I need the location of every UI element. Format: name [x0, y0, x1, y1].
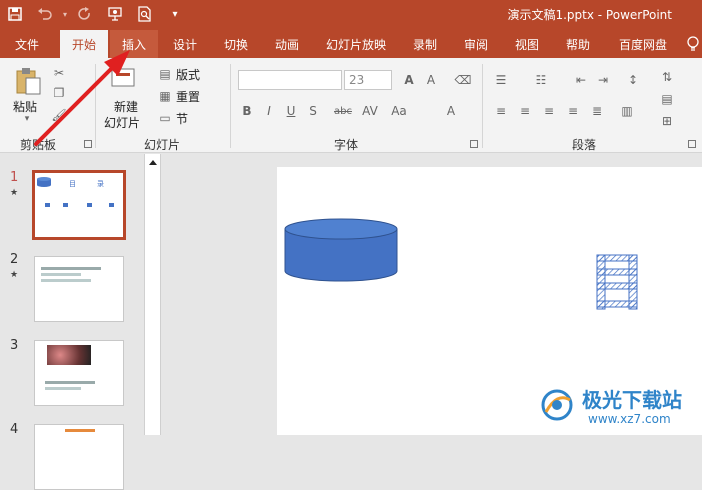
document-title: 演示文稿1.pptx - PowerPoint [507, 8, 672, 22]
justify-icon[interactable]: ≡ [566, 104, 580, 118]
line-spacing-icon[interactable]: ↕ [626, 73, 640, 87]
shadow-icon[interactable]: S [306, 104, 320, 118]
section-button[interactable]: ▭ 节 [158, 110, 218, 126]
cylinder-shape[interactable] [283, 217, 399, 283]
bold-icon[interactable]: B [240, 104, 254, 118]
cylinder-icon [37, 177, 51, 187]
thumb-title-2: 录 [97, 180, 104, 188]
numbering-icon[interactable]: ☷ [534, 73, 548, 87]
chevron-down-icon[interactable]: ▾ [60, 0, 70, 28]
section-label: 节 [176, 112, 189, 126]
thumb-text-lines [65, 429, 95, 432]
slide-thumbnail-3[interactable] [34, 340, 124, 406]
decrease-font-icon[interactable]: A [424, 73, 438, 87]
font-color-icon[interactable]: A [444, 104, 458, 118]
slide-number: 2 [10, 252, 19, 267]
watermark: 极光下载站 www.xz7.com [538, 380, 702, 432]
font-size-value: 23 [349, 73, 365, 87]
thumb-text-lines [45, 387, 81, 390]
layout-icon: ▤ [159, 67, 171, 81]
tab-transitions[interactable]: 切换 [214, 30, 258, 58]
thumb-marker [45, 203, 50, 207]
watermark-logo-icon [541, 389, 573, 421]
font-launcher-icon[interactable] [470, 140, 478, 148]
thumb-text-lines [45, 381, 95, 384]
thumb-marker [63, 203, 68, 207]
columns-icon[interactable]: ▥ [620, 104, 634, 118]
clear-format-icon[interactable]: ⌫ [455, 73, 472, 87]
print-preview-icon[interactable] [130, 0, 160, 28]
tab-view[interactable]: 视图 [505, 30, 549, 58]
tab-help[interactable]: 帮助 [556, 30, 600, 58]
change-case-icon[interactable]: Aa [391, 104, 407, 118]
paragraph-launcher-icon[interactable] [688, 140, 696, 148]
char-spacing-icon[interactable]: AV [360, 104, 380, 118]
reset-label: 重置 [176, 90, 201, 104]
layout-label: 版式 [176, 68, 201, 82]
present-icon[interactable] [100, 0, 130, 28]
paragraph-group-label: 段落 [572, 138, 597, 152]
slide-thumbnail-2[interactable] [34, 256, 124, 322]
thumb-text-lines [41, 267, 101, 270]
watermark-brand: 极光下载站 [582, 388, 682, 412]
decrease-indent-icon[interactable]: ⇤ [574, 73, 588, 87]
scroll-up-icon[interactable] [146, 156, 160, 168]
thumb-text-lines [41, 273, 81, 276]
thumb-marker [87, 203, 92, 207]
align-right-icon[interactable]: ≡ [542, 104, 556, 118]
watermark-url: www.xz7.com [588, 412, 671, 426]
tab-record[interactable]: 录制 [403, 30, 447, 58]
animation-star-icon: ★ [10, 188, 19, 198]
strikethrough-icon[interactable]: abc [332, 104, 354, 118]
font-name-input[interactable] [238, 70, 342, 90]
redo-icon[interactable] [70, 0, 100, 28]
ladder-shape[interactable] [595, 253, 639, 311]
slides-group-label: 幻灯片 [144, 138, 181, 152]
font-size-input[interactable]: 23 [344, 70, 392, 90]
layout-button[interactable]: ▤ 版式 [158, 66, 218, 82]
slide-thumbnail-1[interactable]: 目 录 [32, 170, 126, 240]
section-icon: ▭ [159, 111, 171, 125]
customize-icon[interactable]: ▾ [160, 0, 190, 28]
tab-slideshow[interactable]: 幻灯片放映 [316, 30, 396, 58]
thumb-title-1: 目 [69, 180, 76, 188]
animation-star-icon: ★ [10, 270, 19, 280]
divider [482, 64, 483, 148]
tab-animations[interactable]: 动画 [265, 30, 309, 58]
save-icon[interactable] [0, 0, 30, 28]
tab-baidu-netdisk[interactable]: 百度网盘 [607, 30, 679, 58]
lightbulb-icon[interactable] [684, 30, 702, 58]
thumbnails-scrollbar[interactable] [144, 154, 160, 435]
slide-number: 1 [10, 170, 19, 185]
reset-icon: ▦ [159, 89, 171, 103]
undo-icon[interactable] [30, 0, 60, 28]
title-bar: ▾ ▾ 演示文稿1.pptx - PowerPoint [0, 0, 702, 28]
smartart-icon[interactable]: ⊞ [660, 114, 674, 128]
slide-thumbnails-pane: 1 ★ 目 录 2 ★ 3 4 [0, 154, 161, 490]
divider [230, 64, 231, 148]
thumb-marker [109, 203, 114, 207]
thumb-text-lines [41, 279, 91, 282]
tab-design[interactable]: 设计 [163, 30, 207, 58]
slide-thumbnail-4[interactable] [34, 424, 124, 490]
thumb-photo [47, 345, 91, 365]
tab-review[interactable]: 审阅 [454, 30, 498, 58]
bullets-icon[interactable]: ☰ [494, 73, 508, 87]
align-center-icon[interactable]: ≡ [518, 104, 532, 118]
increase-font-icon[interactable]: A [402, 73, 416, 87]
align-text-icon[interactable]: ▤ [660, 92, 674, 106]
italic-icon[interactable]: I [262, 104, 276, 118]
align-left-icon[interactable]: ≡ [494, 104, 508, 118]
slide-number: 3 [10, 338, 19, 353]
distributed-icon[interactable]: ≣ [590, 104, 604, 118]
reset-button[interactable]: ▦ 重置 [158, 88, 218, 104]
text-direction-icon[interactable]: ⇅ [660, 70, 674, 84]
annotation-arrow [34, 50, 130, 146]
underline-icon[interactable]: U [284, 104, 298, 118]
quick-access-toolbar: ▾ ▾ [0, 0, 190, 28]
increase-indent-icon[interactable]: ⇥ [596, 73, 610, 87]
font-group-label: 字体 [334, 138, 359, 152]
